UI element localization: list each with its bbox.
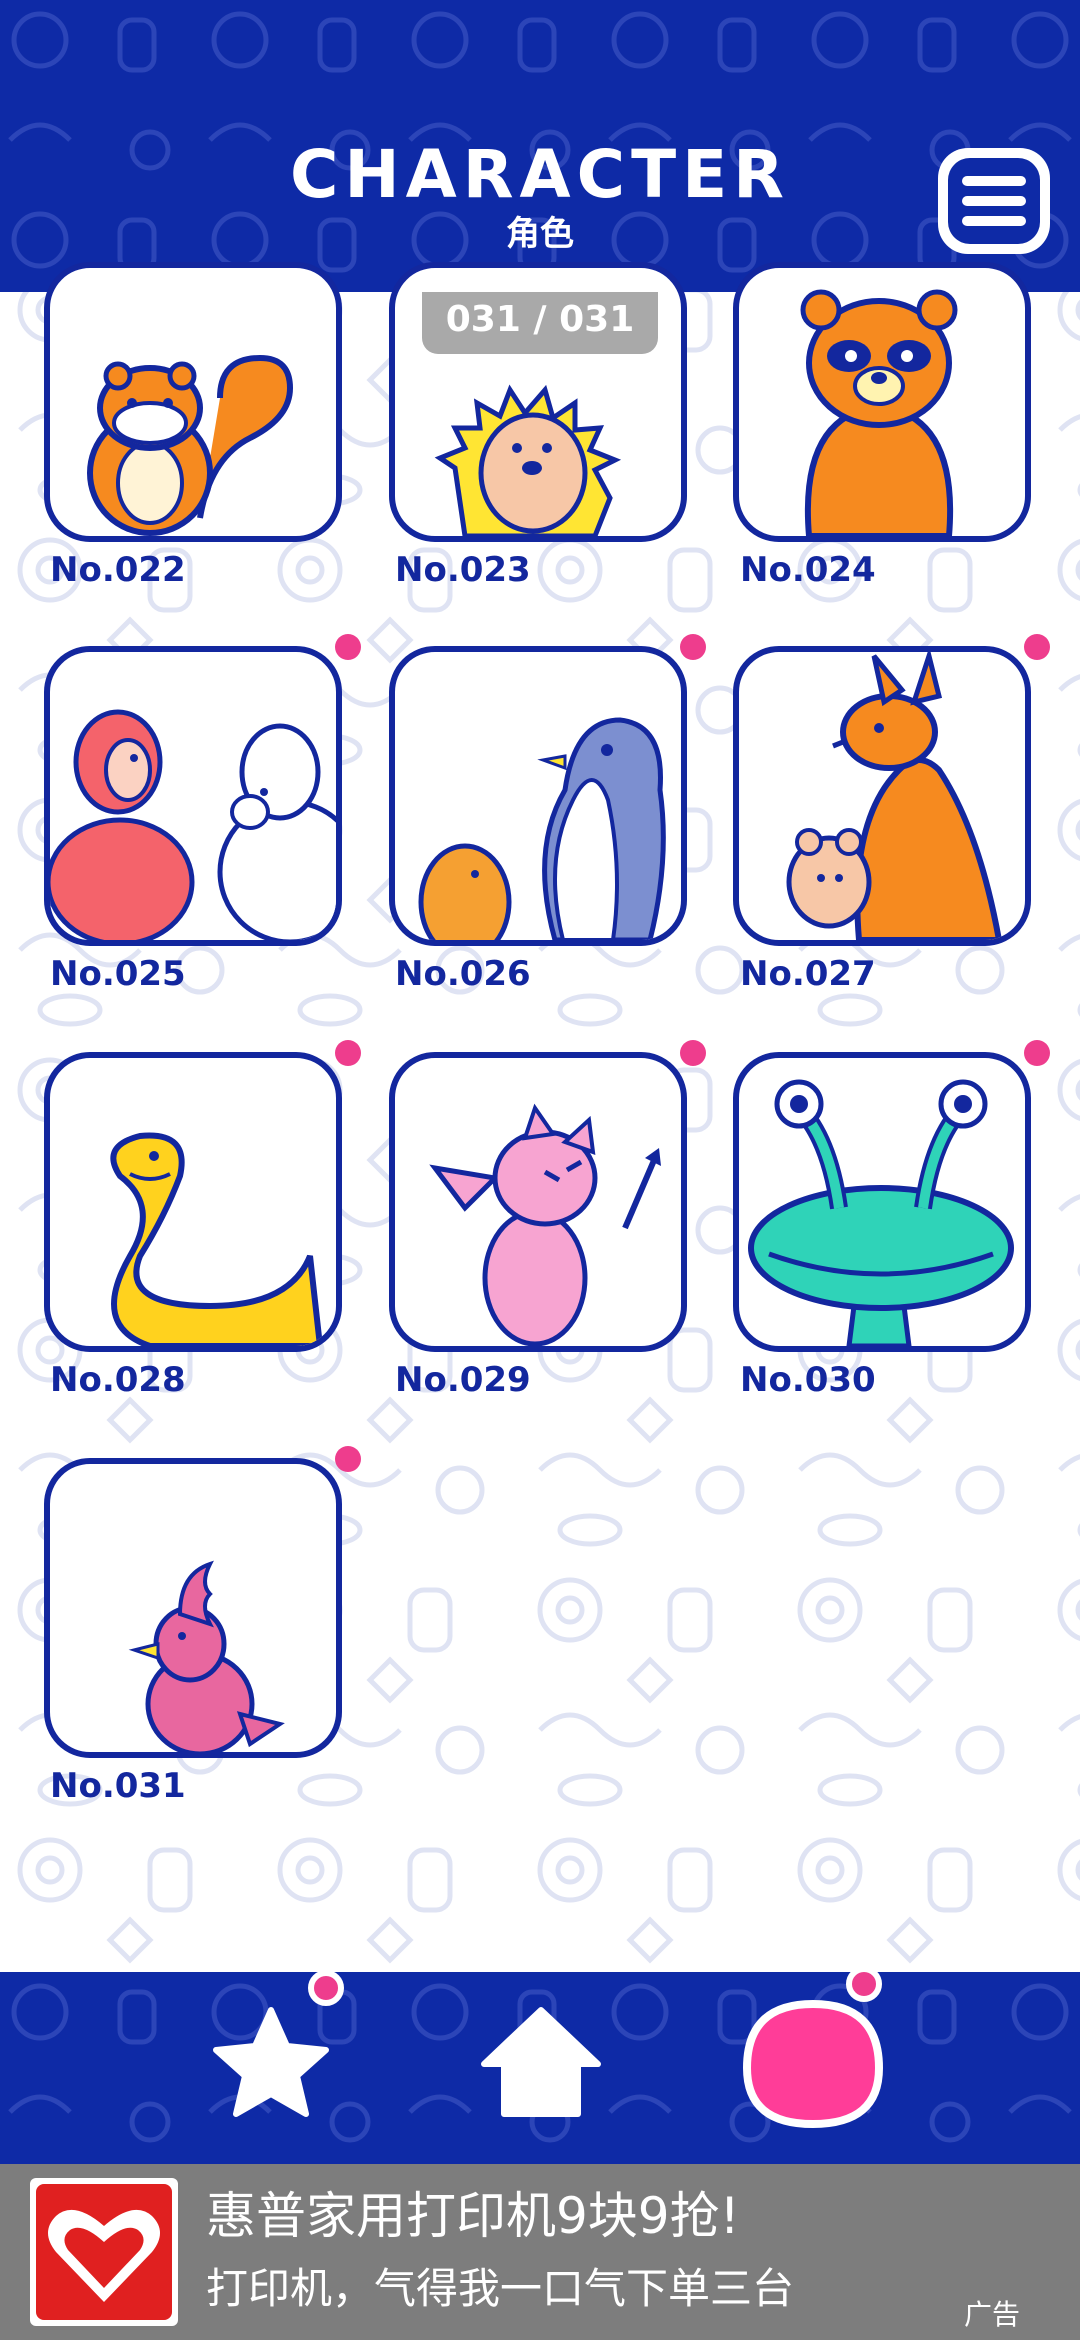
penguin-icon [418, 717, 666, 940]
devil-icon [429, 1103, 661, 1346]
cockatoo-icon [128, 1560, 285, 1752]
character-number: No.025 [50, 954, 186, 994]
character-number: No.023 [395, 550, 531, 590]
character-card-029[interactable] [389, 1052, 687, 1352]
squirrel-icon [87, 354, 294, 536]
kangaroo-icon [786, 652, 1003, 940]
page-subtitle: 角色 [506, 214, 574, 254]
character-card-027[interactable] [733, 646, 1031, 946]
menu-button[interactable] [938, 148, 1050, 254]
menu-icon [948, 158, 1040, 244]
character-number: No.026 [395, 954, 531, 994]
character-blob-icon[interactable] [738, 1994, 888, 2134]
new-badge [335, 1040, 361, 1066]
alpaca-icon [50, 709, 336, 940]
collection-counter: 031 / 031 [422, 292, 658, 354]
character-card-024[interactable] [733, 262, 1031, 542]
star-badge [308, 1970, 344, 2006]
character-card-028[interactable] [44, 1052, 342, 1352]
character-number: No.029 [395, 1360, 531, 1400]
character-badge [846, 1966, 882, 2002]
new-badge [1024, 634, 1050, 660]
new-badge [335, 634, 361, 660]
page-title: CHARACTER [289, 136, 790, 213]
character-card-026[interactable] [389, 646, 687, 946]
character-card-031[interactable] [44, 1458, 342, 1758]
character-number: No.030 [740, 1360, 876, 1400]
new-badge [680, 634, 706, 660]
star-icon[interactable] [206, 2000, 336, 2126]
character-card-022[interactable] [44, 262, 342, 542]
pinduoduo-logo-icon [36, 2184, 172, 2320]
alien-mushroom-icon [748, 1079, 1014, 1346]
snake-icon [110, 1132, 324, 1346]
character-number: No.031 [50, 1766, 186, 1806]
new-badge [680, 1040, 706, 1066]
home-icon[interactable] [478, 2002, 604, 2124]
new-badge [335, 1446, 361, 1472]
ad-description: 打印机，气得我一口气下单三台 [206, 2264, 795, 2313]
ad-logo [30, 2178, 178, 2326]
new-badge [1024, 1040, 1050, 1066]
character-number: No.024 [740, 550, 876, 590]
raccoon-icon [800, 289, 958, 536]
ad-banner[interactable]: 惠普家用打印机9块9抢! 打印机，气得我一口气下单三台 广告 [0, 2164, 1080, 2340]
character-number: No.022 [50, 550, 186, 590]
character-number: No.027 [740, 954, 876, 994]
app-header: CHARACTER 角色 [0, 0, 1080, 292]
character-card-025[interactable] [44, 646, 342, 946]
character-card-030[interactable] [733, 1052, 1031, 1352]
ad-title: 惠普家用打印机9块9抢! [206, 2187, 740, 2245]
ad-badge: 广告 [964, 2298, 1021, 2331]
character-number: No.028 [50, 1360, 186, 1400]
